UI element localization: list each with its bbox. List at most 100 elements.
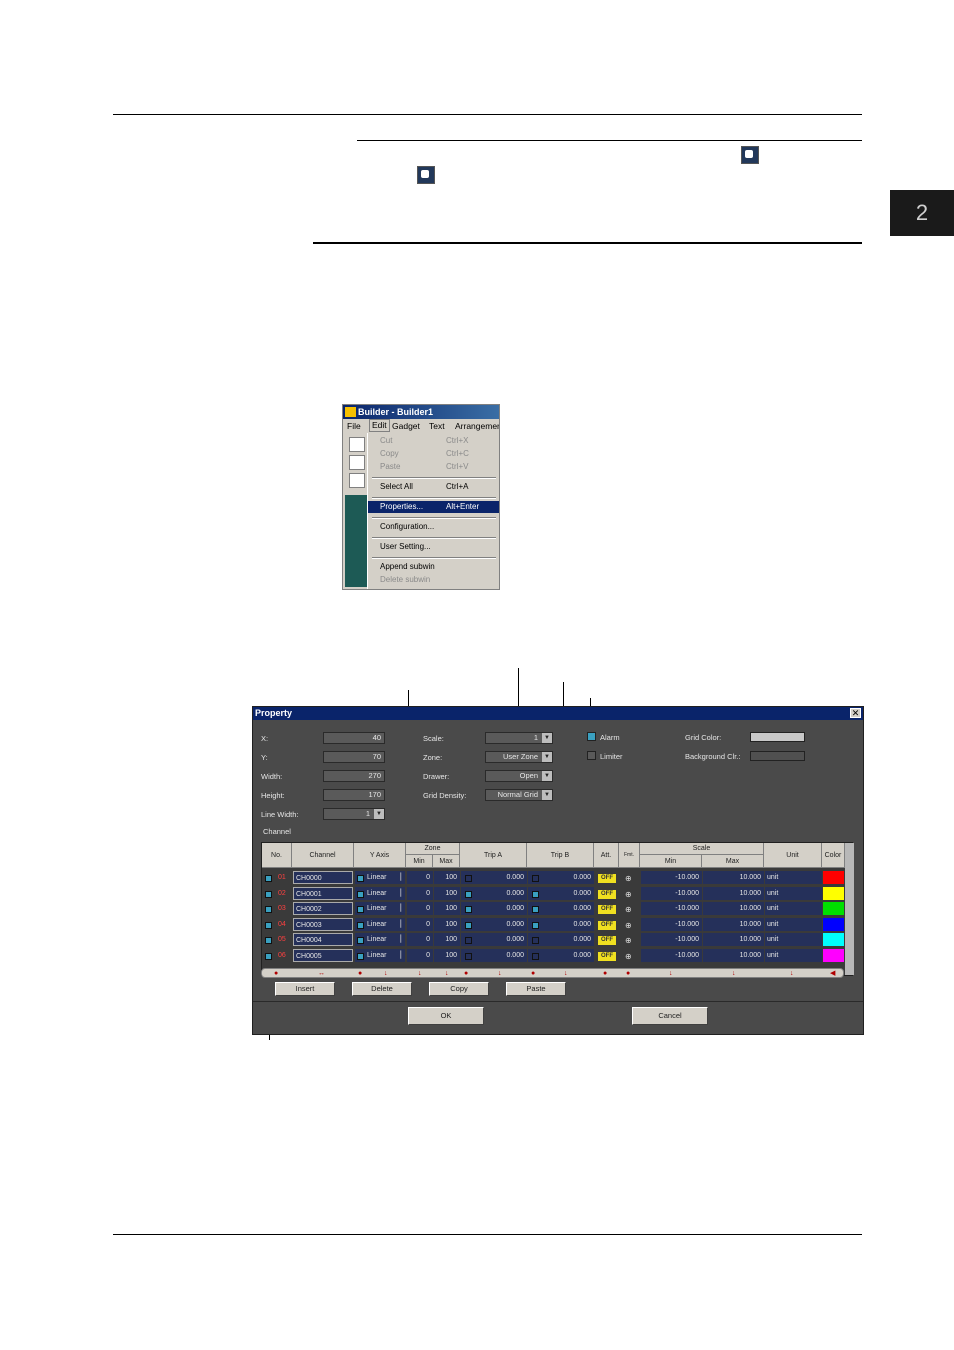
background-color-swatch[interactable] — [750, 751, 805, 761]
row-select-cell[interactable]: 05 — [263, 933, 291, 946]
delete-button[interactable]: Delete — [352, 982, 412, 996]
trip-b-cell[interactable]: 0.000 — [528, 948, 594, 962]
copy-button[interactable]: Copy — [429, 982, 489, 996]
channel-name-field[interactable]: CH0005 — [293, 948, 353, 962]
cancel-button[interactable]: Cancel — [632, 1007, 708, 1025]
trip-a-cell[interactable]: 0.000 — [461, 933, 527, 946]
menu-item-user-setting[interactable]: User Setting... — [368, 541, 499, 553]
zone-min-cell[interactable]: 0 — [407, 917, 433, 931]
line-tool-icon[interactable] — [349, 473, 365, 488]
zone-max-cell[interactable]: 100 — [434, 948, 460, 962]
menu-item-cut[interactable]: Cut Ctrl+X — [368, 435, 499, 447]
channel-name-field[interactable]: CH0001 — [293, 886, 353, 900]
x-field[interactable]: 40 — [323, 732, 385, 744]
table-row[interactable]: 04 CH0003 Linear ⎮ 0 100 0.000 0.000 OFF ⊕ -10.000… — [262, 917, 844, 932]
y-field[interactable]: 70 — [323, 751, 385, 763]
scale-min-cell[interactable]: -10.000 — [641, 871, 702, 884]
att-cell[interactable]: OFF — [595, 886, 619, 900]
y-axis-checkbox[interactable] — [357, 937, 364, 944]
channel-name-field[interactable]: CH0004 — [293, 933, 353, 946]
att-cell[interactable]: OFF — [595, 917, 619, 931]
scale-min-cell[interactable]: -10.000 — [641, 933, 702, 946]
att-cell[interactable]: OFF — [595, 933, 619, 946]
att-cell[interactable]: OFF — [595, 871, 619, 884]
trip-b-checkbox[interactable] — [532, 952, 539, 960]
y-axis-cell[interactable]: Linear ⎮ — [355, 886, 405, 900]
grid-color-swatch[interactable] — [750, 732, 805, 742]
scale-min-cell[interactable]: -10.000 — [641, 902, 702, 915]
row-select-cell[interactable]: 06 — [263, 948, 291, 962]
trip-b-checkbox[interactable] — [532, 875, 539, 882]
menu-gadget[interactable]: Gadget — [392, 419, 420, 433]
zone-max-cell[interactable]: 100 — [434, 902, 460, 915]
alarm-checkbox[interactable] — [587, 732, 596, 741]
y-axis-checkbox[interactable] — [357, 875, 364, 882]
limiter-checkbox[interactable] — [587, 751, 596, 760]
trip-b-checkbox[interactable] — [532, 921, 539, 929]
zone-max-cell[interactable]: 100 — [434, 933, 460, 946]
scale-max-cell[interactable]: 10.000 — [703, 886, 764, 900]
scale-max-cell[interactable]: 10.000 — [703, 917, 764, 931]
trip-a-checkbox[interactable] — [465, 906, 472, 913]
color-swatch[interactable] — [823, 902, 844, 915]
color-swatch[interactable] — [823, 871, 844, 884]
chevron-down-icon[interactable]: ▼ — [542, 790, 552, 800]
unit-cell[interactable]: unit — [765, 933, 822, 946]
y-axis-cell[interactable]: Linear ⎮ — [355, 948, 405, 962]
unit-cell[interactable]: unit — [765, 886, 822, 900]
trip-b-cell[interactable]: 0.000 — [528, 886, 594, 900]
trip-b-checkbox[interactable] — [532, 890, 539, 898]
color-swatch[interactable] — [823, 948, 844, 962]
zone-min-cell[interactable]: 0 — [407, 933, 433, 946]
scale-min-cell[interactable]: -10.000 — [641, 917, 702, 931]
horizontal-scrollbar[interactable]: ● ↔ ● ↓ ↓ ↓ ● ↓ ● ↓ ● ● ↓ ↓ ↓ ◀ — [261, 968, 844, 978]
pointer-tool-icon[interactable] — [349, 455, 365, 470]
row-checkbox[interactable] — [265, 952, 272, 960]
row-checkbox[interactable] — [265, 875, 272, 882]
color-swatch[interactable] — [823, 886, 844, 900]
row-checkbox[interactable] — [265, 906, 272, 913]
insert-button[interactable]: Insert — [275, 982, 335, 996]
unit-cell[interactable]: unit — [765, 917, 822, 931]
unit-cell[interactable]: unit — [765, 902, 822, 915]
y-axis-cell[interactable]: Linear ⎮ — [355, 933, 405, 946]
menu-item-properties[interactable]: Properties... Alt+Enter — [368, 501, 499, 513]
trip-a-cell[interactable]: 0.000 — [461, 871, 527, 884]
drawer-dropdown[interactable]: Open ▼ — [485, 770, 553, 782]
chevron-down-icon[interactable]: ▼ — [374, 809, 384, 819]
scale-dropdown[interactable]: 1 ▼ — [485, 732, 553, 744]
table-row[interactable]: 01 CH0000 Linear ⎮ 0 100 0.000 0.000 OFF ⊕ -10.000… — [262, 870, 844, 885]
y-axis-checkbox[interactable] — [357, 906, 364, 913]
row-select-cell[interactable]: 01 — [263, 871, 291, 884]
zone-max-cell[interactable]: 100 — [434, 917, 460, 931]
fmt-cell[interactable]: ⊕ — [620, 902, 640, 915]
height-field[interactable]: 170 — [323, 789, 385, 801]
fmt-cell[interactable]: ⊕ — [620, 933, 640, 946]
trip-b-cell[interactable]: 0.000 — [528, 902, 594, 915]
trip-a-checkbox[interactable] — [465, 937, 472, 944]
table-row[interactable]: 06 CH0005 Linear ⎮ 0 100 0.000 0.000 OFF ⊕ -10.000… — [262, 948, 844, 963]
color-swatch[interactable] — [823, 917, 844, 931]
grid-density-dropdown[interactable]: Normal Grid ▼ — [485, 789, 553, 801]
trip-a-checkbox[interactable] — [465, 890, 472, 898]
zone-max-cell[interactable]: 100 — [434, 871, 460, 884]
channel-name-field[interactable]: CH0002 — [293, 902, 353, 915]
chevron-down-icon[interactable]: ▼ — [542, 752, 552, 762]
trip-a-checkbox[interactable] — [465, 952, 472, 960]
row-checkbox[interactable] — [265, 890, 272, 898]
scale-min-cell[interactable]: -10.000 — [641, 948, 702, 962]
chevron-down-icon[interactable]: ▼ — [542, 733, 552, 743]
scale-max-cell[interactable]: 10.000 — [703, 948, 764, 962]
channel-name-field[interactable]: CH0000 — [293, 871, 353, 884]
fmt-cell[interactable]: ⊕ — [620, 948, 640, 962]
channel-name-field[interactable]: CH0003 — [293, 917, 353, 931]
table-row[interactable]: 02 CH0001 Linear ⎮ 0 100 0.000 0.000 OFF ⊕ -10.000… — [262, 886, 844, 901]
y-axis-checkbox[interactable] — [357, 890, 364, 898]
vertical-scrollbar[interactable] — [845, 843, 854, 975]
y-axis-cell[interactable]: Linear ⎮ — [355, 917, 405, 931]
trip-a-cell[interactable]: 0.000 — [461, 948, 527, 962]
trip-b-checkbox[interactable] — [532, 937, 539, 944]
att-cell[interactable]: OFF — [595, 948, 619, 962]
line-width-dropdown[interactable]: 1 ▼ — [323, 808, 385, 820]
zone-dropdown[interactable]: User Zone ▼ — [485, 751, 553, 763]
